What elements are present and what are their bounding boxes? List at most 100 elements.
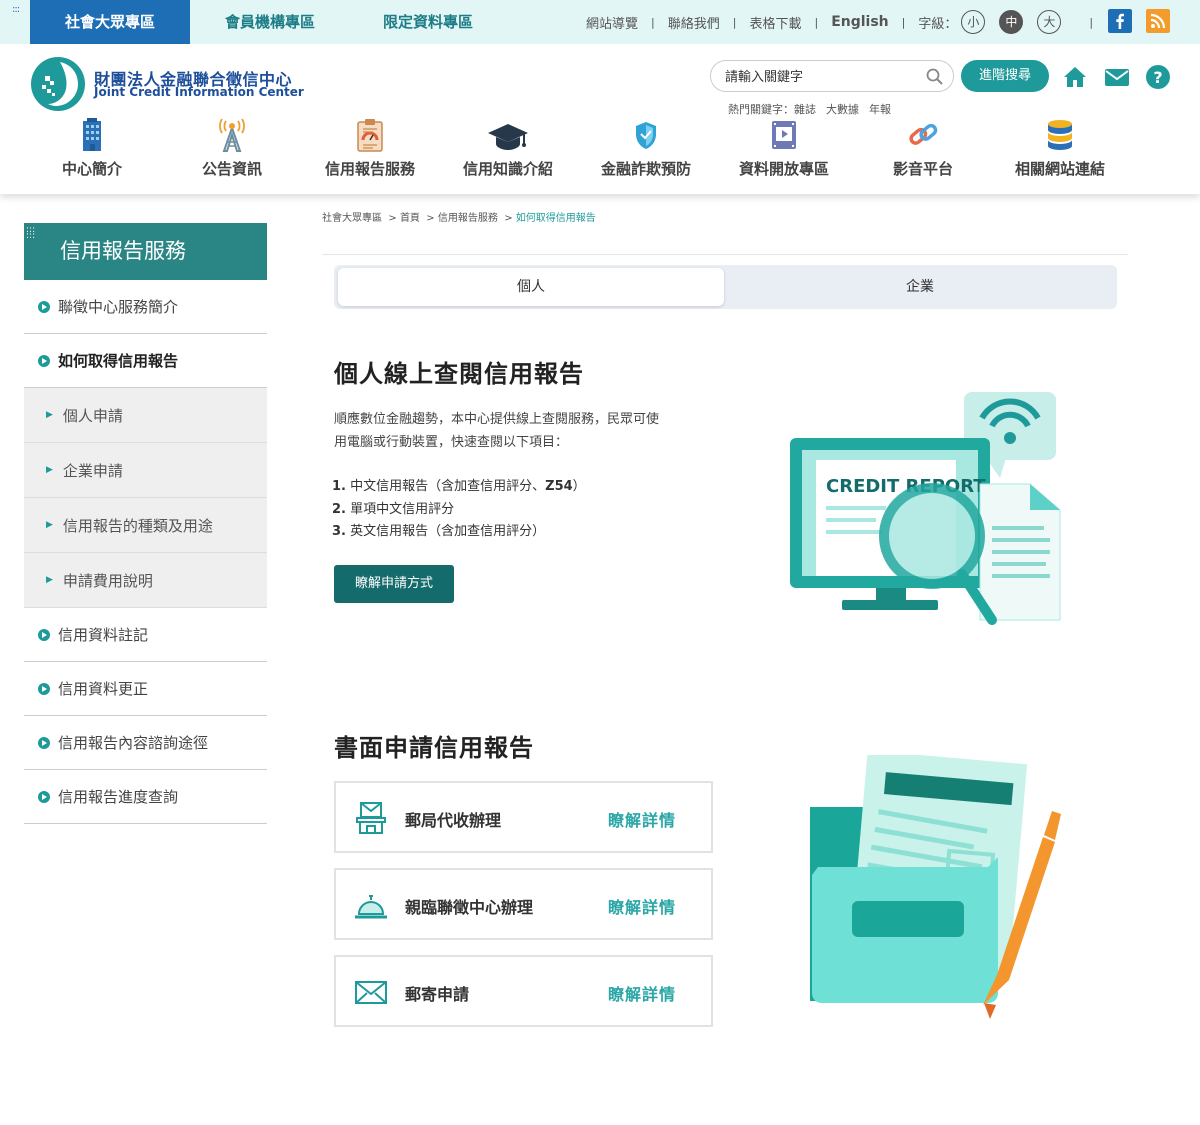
intro-line: 順應數位金融趨勢，本中心提供線上查閱服務，民眾可使 (334, 412, 660, 427)
bullet-icon (38, 682, 50, 695)
accesskey-marker[interactable]: ::: (12, 4, 20, 15)
search-box (710, 60, 954, 92)
link-forms[interactable]: 表格下載 (749, 13, 801, 32)
nav-about[interactable]: 中心簡介 (52, 118, 132, 188)
search-icon[interactable] (926, 68, 943, 85)
post-office-card[interactable]: 郵局代收辦理 瞭解詳情 (334, 781, 713, 853)
sidebar-item-data-notes[interactable]: 信用資料註記 (24, 608, 267, 662)
divider (322, 254, 1128, 255)
nav-credit-knowledge[interactable]: 信用知識介紹 (456, 118, 560, 188)
font-size-large[interactable]: 大 (1037, 10, 1062, 34)
accesskey-marker[interactable]: :::::: (26, 226, 35, 241)
sidebar-subitem-label: 個人申請 (62, 406, 123, 425)
home-icon[interactable] (1062, 64, 1088, 90)
nav-label: 影音平台 (892, 160, 953, 178)
card-label: 親臨聯徵中心辦理 (405, 898, 534, 917)
breadcrumb-item[interactable]: 首頁 (400, 213, 420, 224)
breadcrumb-item[interactable]: 信用報告服務 (438, 213, 498, 224)
nav-label: 公告資訊 (201, 160, 262, 178)
tab-business[interactable]: 企業 (726, 268, 1114, 306)
nav-label: 相關網站連結 (1014, 160, 1105, 178)
logo-title-en[interactable]: Joint Credit Information Center (94, 85, 304, 99)
applicant-tabs: 個人 企業 (334, 265, 1117, 309)
nav-label: 信用報告服務 (324, 160, 415, 178)
sidebar-subitem-report-types[interactable]: ▶ 信用報告的種類及用途 (24, 498, 267, 553)
nav-label: 中心簡介 (61, 160, 122, 178)
sidebar-subitem-personal[interactable]: ▶ 個人申請 (24, 388, 267, 443)
font-size-label: 字級： (918, 16, 958, 32)
nav-video-platform[interactable]: 影音平台 (888, 118, 958, 188)
sidebar-item-service-intro[interactable]: 聯徵中心服務簡介 (24, 280, 267, 334)
tab-public[interactable]: 社會大眾專區 (30, 0, 190, 44)
hot-keywords-label: 熱門關鍵字： (728, 103, 794, 116)
bullet-icon (38, 736, 50, 749)
link-english[interactable]: English (831, 14, 888, 30)
nav-fraud-prevention[interactable]: 金融詐欺預防 (594, 118, 698, 188)
tab-restricted[interactable]: 限定資料專區 (362, 0, 494, 44)
nav-open-data[interactable]: 資料開放專區 (732, 118, 836, 188)
list-item: 1. 中文信用報告（含加查信用評分、Z54） (332, 479, 586, 494)
hot-keyword[interactable]: 雜誌 (794, 103, 816, 116)
rss-icon[interactable] (1146, 9, 1170, 33)
hot-keyword[interactable]: 大數據 (826, 103, 859, 116)
graduation-cap-icon (488, 124, 528, 150)
font-size-small[interactable]: 小 (961, 10, 986, 34)
in-person-card[interactable]: 親臨聯徵中心辦理 瞭解詳情 (334, 868, 713, 940)
sidebar-item-label: 信用資料註記 (58, 626, 149, 644)
sidebar-item-data-correction[interactable]: 信用資料更正 (24, 662, 267, 716)
folder-document-illustration (810, 755, 1061, 1019)
paper-section-title: 書面申請信用報告 (334, 734, 534, 762)
nav-announcements[interactable]: 公告資訊 (190, 118, 274, 188)
caret-right-icon: ▶ (46, 410, 53, 420)
nav-label: 資料開放專區 (738, 160, 829, 178)
sidebar-subitem-label: 企業申請 (62, 461, 123, 480)
svg-text:?: ? (1153, 68, 1162, 87)
breadcrumb-current: 如何取得信用報告 (515, 213, 596, 224)
search-input[interactable] (725, 67, 915, 87)
sidebar-item-progress-query[interactable]: 信用報告進度查詢 (24, 770, 267, 824)
learn-more-link[interactable]: 瞭解詳情 (608, 981, 676, 1005)
help-icon[interactable]: ? (1145, 64, 1171, 90)
nav-label: 金融詐欺預防 (600, 160, 691, 178)
online-section-title: 個人線上查閱信用報告 (334, 360, 584, 388)
bullet-icon (38, 628, 50, 641)
link-contact[interactable]: 聯絡我們 (668, 13, 720, 32)
font-size-medium[interactable]: 中 (999, 10, 1024, 34)
learn-more-link[interactable]: 瞭解詳情 (608, 894, 676, 918)
nav-credit-report-services[interactable]: 信用報告服務 (318, 118, 422, 188)
broadcast-tower-icon (219, 118, 245, 152)
nav-related-links[interactable]: 相關網站連結 (1008, 118, 1112, 188)
intro-line: 用電腦或行動裝置，快速查閱以下項目： (334, 435, 569, 450)
list-item: 2. 單項中文信用評分 (332, 501, 455, 517)
site-header: 財團法人金融聯合徵信中心 Joint Credit Information Ce… (0, 44, 1200, 194)
shield-icon (636, 122, 656, 149)
report-clipboard-icon (357, 119, 383, 152)
jcic-logo[interactable] (30, 56, 86, 112)
link-sitemap[interactable]: 網站導覽 (586, 13, 638, 32)
learn-more-link[interactable]: 瞭解詳情 (608, 807, 676, 831)
list-item: 3. 英文信用報告（含加查信用評分） (332, 524, 546, 539)
card-label: 郵局代收辦理 (405, 811, 502, 830)
mail-application-card[interactable]: 郵寄申請 瞭解詳情 (334, 955, 713, 1027)
breadcrumb-item[interactable]: 社會大眾專區 (322, 213, 382, 224)
video-file-icon (772, 121, 796, 149)
sidebar-item-how-to-obtain[interactable]: 如何取得信用報告 (24, 334, 267, 388)
hot-keywords: 熱門關鍵字：雜誌 大數據 年報 (728, 101, 901, 117)
tab-personal[interactable]: 個人 (338, 268, 724, 306)
sidebar-subitem-business[interactable]: ▶ 企業申請 (24, 443, 267, 498)
mail-icon[interactable] (1104, 64, 1130, 90)
sidebar-subitem-fees[interactable]: ▶ 申請費用說明 (24, 553, 267, 608)
online-items-list: 1. 中文信用報告（含加查信用評分、Z54） 2. 單項中文信用評分 3. 英文… (332, 476, 586, 544)
learn-application-button[interactable]: 瞭解申請方式 (334, 565, 454, 603)
card-label: 郵寄申請 (405, 985, 470, 1004)
advanced-search-button[interactable]: 進階搜尋 (961, 60, 1049, 92)
sidebar-subitem-label: 信用報告的種類及用途 (62, 516, 213, 535)
facebook-icon[interactable] (1108, 9, 1132, 33)
hot-keyword[interactable]: 年報 (869, 103, 891, 116)
sidebar-item-label: 如何取得信用報告 (58, 352, 179, 370)
tab-members[interactable]: 會員機構專區 (205, 0, 335, 44)
sidebar-item-inquiry-channels[interactable]: 信用報告內容諮詢途徑 (24, 716, 267, 770)
sidebar-title-text: 信用報告服務 (60, 239, 186, 263)
nav-label: 信用知識介紹 (462, 160, 553, 178)
caret-right-icon: ▶ (46, 520, 53, 530)
